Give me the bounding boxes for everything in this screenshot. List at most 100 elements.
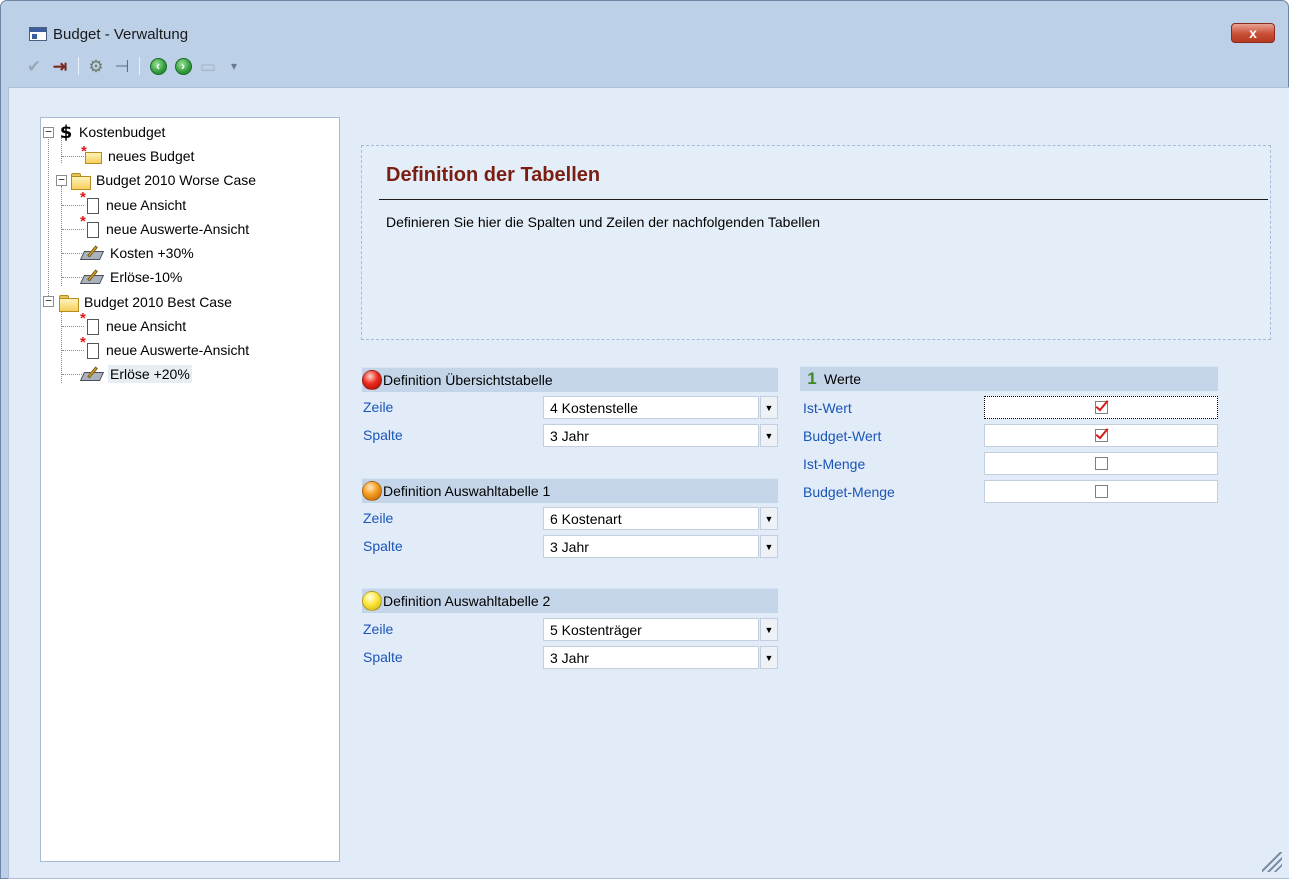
tree-connector bbox=[61, 307, 62, 383]
tree-connector bbox=[48, 137, 49, 302]
budget-menge-checkbox[interactable] bbox=[1094, 485, 1108, 498]
close-button[interactable]: x bbox=[1231, 23, 1275, 43]
zeile-select-auswahl-1[interactable]: 6 Kostenart bbox=[543, 507, 759, 530]
collapse-toggle-icon[interactable]: − bbox=[43, 295, 54, 307]
tree-item-neue-ansicht-2[interactable]: * neue Ansicht bbox=[80, 310, 188, 338]
tree-item-kosten-30[interactable]: Kosten +30% bbox=[79, 241, 196, 265]
tree-connector bbox=[62, 374, 84, 375]
tree-item-label: neue Ansicht bbox=[106, 318, 187, 334]
spalte-label: Spalte bbox=[363, 427, 403, 443]
tree-item-neue-auswerte-ansicht-2[interactable]: * neue Auswerte-Ansicht bbox=[80, 334, 251, 362]
ist-menge-checkbox-cell[interactable] bbox=[984, 452, 1218, 475]
tools-icon[interactable]: ⚙ bbox=[85, 55, 107, 77]
window-app-icon bbox=[29, 27, 47, 41]
tree-item-erloese-minus-10[interactable]: Erlöse-10% bbox=[79, 265, 184, 289]
exit-icon[interactable]: ⇥ bbox=[49, 55, 71, 77]
tree-item-label: neue Auswerte-Ansicht bbox=[106, 342, 250, 358]
new-view-document-icon: * bbox=[80, 189, 100, 215]
tree-item-label: neue Auswerte-Ansicht bbox=[106, 221, 250, 237]
ist-menge-checkbox[interactable] bbox=[1094, 457, 1108, 470]
tree-connector bbox=[62, 277, 84, 278]
zeile-label: Zeile bbox=[363, 510, 394, 526]
forward-arrow-button[interactable]: › bbox=[172, 55, 194, 77]
title-bar[interactable]: Budget - Verwaltung x bbox=[1, 1, 1288, 43]
spalte-label: Spalte bbox=[363, 649, 403, 665]
monitor-icon[interactable]: ▭ bbox=[197, 55, 219, 77]
page-title: Definition der Tabellen bbox=[386, 164, 601, 186]
ist-wert-label: Ist-Wert bbox=[803, 400, 852, 416]
tree-insert-icon[interactable]: ⊣ bbox=[111, 55, 133, 77]
section-header-auswahltabelle-1: Definition Auswahltabelle 1 bbox=[362, 478, 778, 503]
spalte-select-auswahl-2[interactable]: 3 Jahr bbox=[543, 646, 759, 669]
section-header-auswahltabelle-2: Definition Auswahltabelle 2 bbox=[362, 588, 778, 613]
dollar-icon: $ bbox=[59, 121, 73, 143]
dropdown-arrow-icon[interactable]: ▼ bbox=[760, 396, 778, 419]
tree-item-budget-2010-worse-case[interactable]: Budget 2010 Worse Case bbox=[71, 168, 258, 192]
ist-menge-label: Ist-Menge bbox=[803, 456, 866, 472]
calculator-icon bbox=[79, 269, 105, 285]
tree-item-label: neue Ansicht bbox=[106, 197, 187, 213]
folder-icon bbox=[71, 172, 91, 190]
tree-item-neues-budget[interactable]: * neues Budget bbox=[81, 143, 196, 168]
tree-item-kostenbudget[interactable]: $ Kostenbudget bbox=[59, 120, 167, 144]
budget-wert-label: Budget-Wert bbox=[803, 428, 882, 444]
zeile-label: Zeile bbox=[363, 621, 394, 637]
tree-connector bbox=[62, 253, 84, 254]
new-view-document-icon: * bbox=[80, 334, 100, 360]
budget-menge-label: Budget-Menge bbox=[803, 484, 895, 500]
budget-menge-checkbox-cell[interactable] bbox=[984, 480, 1218, 503]
dropdown-arrow-icon[interactable]: ▼ bbox=[760, 535, 778, 558]
spalte-label: Spalte bbox=[363, 538, 403, 554]
orange-status-icon bbox=[362, 481, 382, 501]
section-title: Definition Auswahltabelle 1 bbox=[383, 483, 551, 499]
section-title: Werte bbox=[824, 371, 862, 387]
section-title: Definition Auswahltabelle 2 bbox=[383, 593, 551, 609]
zeile-select-uebersicht[interactable]: 4 Kostenstelle bbox=[543, 396, 759, 419]
tree-item-neue-ansicht[interactable]: * neue Ansicht bbox=[80, 189, 188, 217]
red-status-icon bbox=[362, 370, 382, 390]
ist-wert-checkbox-cell[interactable] bbox=[984, 396, 1218, 419]
title-divider bbox=[379, 199, 1268, 200]
tree-item-label: Kosten +30% bbox=[110, 245, 194, 261]
collapse-toggle-icon[interactable]: − bbox=[43, 126, 54, 138]
checkmark-icon[interactable]: ✔ bbox=[23, 55, 45, 77]
collapse-toggle-icon[interactable]: − bbox=[56, 174, 67, 186]
budget-wert-checkbox-cell[interactable] bbox=[984, 424, 1218, 447]
tree-item-neue-auswerte-ansicht[interactable]: * neue Auswerte-Ansicht bbox=[80, 213, 251, 241]
tree-item-label: Budget 2010 Worse Case bbox=[96, 172, 257, 188]
dropdown-arrow-icon[interactable]: ▼ bbox=[760, 424, 778, 447]
tree-item-label: Kostenbudget bbox=[79, 124, 166, 140]
tree-item-label: Budget 2010 Best Case bbox=[84, 294, 232, 310]
ist-wert-checkbox[interactable] bbox=[1094, 401, 1108, 414]
tree-item-erloese-plus-20[interactable]: Erlöse +20% bbox=[79, 362, 192, 386]
dropdown-arrow-icon[interactable]: ▼ bbox=[760, 507, 778, 530]
budget-wert-checkbox[interactable] bbox=[1094, 429, 1108, 442]
page-description: Definieren Sie hier die Spalten und Zeil… bbox=[386, 214, 821, 230]
folder-icon bbox=[59, 294, 79, 312]
yellow-status-icon bbox=[362, 591, 382, 611]
resize-grip-icon[interactable] bbox=[1262, 852, 1282, 872]
dropdown-arrow-icon[interactable]: ▼ bbox=[760, 646, 778, 669]
zeile-select-auswahl-2[interactable]: 5 Kostenträger bbox=[543, 618, 759, 641]
value-one-icon: 1 bbox=[807, 369, 817, 388]
back-arrow-button[interactable]: ‹ bbox=[147, 55, 169, 77]
tree-connector bbox=[61, 186, 62, 286]
toolbar: ✔ ⇥ ⚙ ⊣ ‹ › ▭ ▾ bbox=[1, 51, 1288, 81]
spalte-select-uebersicht[interactable]: 3 Jahr bbox=[543, 424, 759, 447]
spalte-select-auswahl-1[interactable]: 3 Jahr bbox=[543, 535, 759, 558]
new-budget-folder-icon: * bbox=[81, 143, 102, 164]
calculator-icon bbox=[79, 366, 105, 382]
section-title: Definition Übersichtstabelle bbox=[383, 372, 553, 388]
tree-item-label: Erlöse +20% bbox=[108, 365, 192, 383]
zeile-label: Zeile bbox=[363, 399, 394, 415]
new-view-document-icon: * bbox=[80, 213, 100, 239]
forward-arrow-icon: › bbox=[174, 57, 192, 75]
budget-tree[interactable]: − $ Kostenbudget * neues Budget − Budget… bbox=[40, 117, 340, 862]
back-arrow-icon: ‹ bbox=[149, 57, 167, 75]
dropdown-arrow-icon[interactable]: ▾ bbox=[223, 55, 245, 77]
tree-item-label: Erlöse-10% bbox=[110, 269, 183, 285]
dropdown-arrow-icon[interactable]: ▼ bbox=[760, 618, 778, 641]
section-header-werte: 1 Werte bbox=[800, 366, 1218, 391]
new-view-document-icon: * bbox=[80, 310, 100, 336]
tree-item-label: neues Budget bbox=[108, 148, 195, 164]
